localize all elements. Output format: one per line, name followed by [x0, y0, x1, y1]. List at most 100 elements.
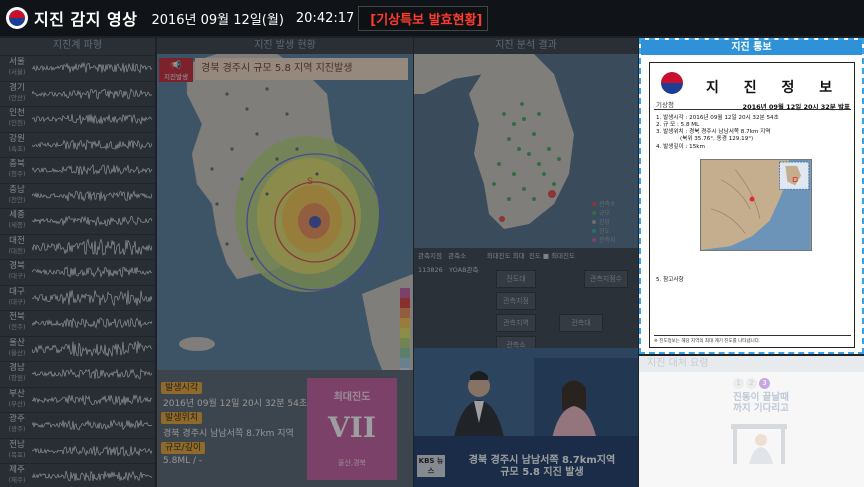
station-row: 충북 (청주) — [0, 157, 155, 181]
svg-text:관측지: 관측지 — [599, 236, 616, 244]
location-value: 경북 경주시 남남서쪽 8.7km 지역 — [163, 429, 294, 439]
header-time: 20:42:17 — [295, 10, 355, 26]
analysis-button-1[interactable]: 진도대 — [496, 270, 536, 288]
top-bar: 지진 감지 영상 2016년 09월 12일(월) 20:42:17 [기상특보… — [0, 0, 864, 36]
report-item-4: 4. 발생깊이 : 15km — [656, 144, 705, 150]
scale-value: 5.8ML / - — [163, 456, 203, 466]
action-panel: 지진 대처 요령 1 2 3 진동이 끝날때 까지 기다리고 — [639, 356, 864, 487]
station-row: 인천 (인천) — [0, 106, 155, 130]
earthquake-banner: 경북 경주시 규모 5.8 지역 지진발생 — [195, 58, 408, 80]
kma-logo — [658, 69, 686, 97]
svg-text:관측소: 관측소 — [599, 200, 616, 208]
svg-text:진앙: 진앙 — [599, 218, 611, 226]
report-item-3: 3. 발생위치 : 경북 경주시 남남서쪽 8.7km 지역 — [656, 129, 771, 135]
station-row: 울산 (울산) — [0, 335, 155, 360]
epicenter-map — [700, 159, 812, 251]
max-intensity-region: 울산,경북 — [338, 459, 366, 467]
station-label: 강원 (속초) — [8, 133, 26, 153]
analysis-button-2[interactable]: 관측지점수 — [584, 270, 628, 288]
station-row: 경기 (안산) — [0, 80, 155, 105]
seismograph-waveform — [32, 368, 152, 380]
report-panel-title: 지진 통보 — [641, 40, 862, 55]
analysis-button-3[interactable]: 관측지점 — [496, 292, 536, 310]
earthquake-alert-icon: 📢 지진발생 — [159, 58, 193, 82]
station-row: 대구 (대구) — [0, 284, 155, 309]
seismograph-waveform — [32, 340, 152, 357]
report-item-3-coords: (북위 35.76°, 동경 129.19°) — [680, 136, 754, 142]
seismograph-waveform — [32, 87, 152, 99]
report-item-2: 2. 규 모 : 5.8 ML — [656, 122, 700, 128]
station-row: 전북 (전주) — [0, 310, 155, 334]
time-value: 2016년 09월 12일 20시 32분 54초 — [163, 399, 308, 409]
station-row: 대전 (대전) — [0, 233, 155, 258]
station-label: 경기 (안산) — [8, 82, 26, 102]
station-row: 경남 (창원) — [0, 361, 155, 385]
station-row: 강원 (속초) — [0, 131, 155, 156]
step-1: 1 — [733, 378, 744, 389]
station-label: 부산 (부산) — [8, 388, 26, 408]
report-title: 지 진 정 보 — [706, 80, 843, 96]
action-text: 진동이 끝날때 까지 기다리고 — [733, 392, 789, 414]
step-3: 3 — [759, 378, 770, 389]
svg-text:S: S — [307, 176, 313, 186]
station-label: 충남 (천안) — [8, 184, 26, 204]
step-indicator: 1 2 3 — [733, 378, 770, 389]
occurrence-panel: 지진 발생 현황 S 📢 지진발생 경북 경주시 규모 5.8 지역 지진발생 … — [157, 38, 413, 487]
scale-label: 규모/깊이 — [161, 442, 206, 454]
person-under-table-icon — [731, 424, 787, 464]
report-footer: ※ 진도정보는 해당 지역의 최대 계기 진도를 나타냅니다. — [654, 339, 761, 344]
seismograph-waveform — [32, 289, 152, 307]
station-label: 대전 (대전) — [8, 235, 26, 255]
seismograph-waveform — [32, 61, 152, 74]
station-label: 충북 (청주) — [8, 159, 26, 178]
table-row: 113826 YOAB관측 — [418, 266, 479, 274]
analysis-map: 관측소 규모 진앙 진도 관측지 — [414, 54, 616, 244]
analysis-button-4[interactable]: 관측지역 — [496, 314, 536, 332]
report-org: 기상청 — [656, 101, 674, 109]
station-label: 전남 (목포) — [8, 439, 26, 459]
station-label: 경북 (대구) — [8, 261, 26, 280]
station-row: 광주 (광주) — [0, 412, 155, 436]
station-label: 경남 (창원) — [8, 363, 26, 382]
analysis-panel: 지진 분석 결과 관측소 규모 진앙 진도 관측지 관측지점 관측소 최대진도 … — [414, 38, 638, 487]
seismograph-waveform — [32, 114, 152, 126]
table-header: 관측지점 관측소 최대진도 최대 진도 ■ 최대진도 — [418, 252, 575, 260]
station-label: 제주 (제주) — [8, 465, 26, 484]
seismograph-waveform — [32, 237, 152, 256]
seismograph-waveform — [32, 215, 152, 227]
station-label: 세종 (세종) — [8, 210, 26, 229]
seismograph-panel: 지진계 파형 서울 (서울) 경기 (안산) 인천 (인천) 강원 (속초) 충북 (청주) 충남(… — [0, 38, 155, 487]
seismograph-waveform — [32, 419, 152, 431]
intensity-legend — [400, 288, 410, 378]
station-label: 대구 (대구) — [8, 286, 26, 306]
seismograph-waveform — [32, 163, 152, 176]
news-brand: KBS 뉴스 — [417, 455, 445, 477]
max-intensity-box: 최대진도 VII 울산,경북 — [307, 378, 397, 480]
step-2: 2 — [746, 378, 757, 389]
seismograph-panel-title: 지진계 파형 — [0, 38, 155, 54]
korea-map: S — [179, 54, 413, 370]
seismograph-waveform — [32, 317, 152, 330]
app-title: 지진 감지 영상 — [34, 10, 138, 29]
news-video[interactable]: KBS 뉴스 경북 경주시 남남서쪽 8.7km지역 규모 5.8 지진 발생 — [414, 348, 638, 487]
report-notes: 5. 참고사항 — [656, 277, 684, 283]
kma-logo — [6, 7, 28, 29]
station-label: 전북 (전주) — [8, 312, 26, 331]
header-date: 2016년 09월 12일(월) — [151, 12, 284, 28]
occurrence-panel-title: 지진 발생 현황 — [157, 38, 413, 54]
max-intensity-value: VII — [328, 411, 376, 444]
analysis-button-5[interactable]: 관측대 — [559, 314, 603, 332]
seismograph-waveform — [32, 470, 152, 482]
seismograph-waveform — [32, 189, 152, 202]
station-row: 서울 (서울) — [0, 55, 155, 79]
station-label: 울산 (울산) — [8, 337, 26, 357]
station-label: 서울 (서울) — [8, 57, 26, 76]
station-row: 제주 (제주) — [0, 463, 155, 487]
svg-text:규모: 규모 — [599, 210, 611, 217]
station-row: 부산 (부산) — [0, 386, 155, 411]
analysis-panel-title: 지진 분석 결과 — [414, 38, 638, 54]
time-label: 발생시각 — [161, 382, 203, 394]
weather-alert-button[interactable]: [기상특보 발효현황] — [358, 5, 489, 31]
report-panel: 지진 통보 기상청 지 진 정 보 2016년 09월 12일 20시 32분 … — [639, 38, 864, 354]
max-intensity-label: 최대진도 — [333, 392, 371, 403]
